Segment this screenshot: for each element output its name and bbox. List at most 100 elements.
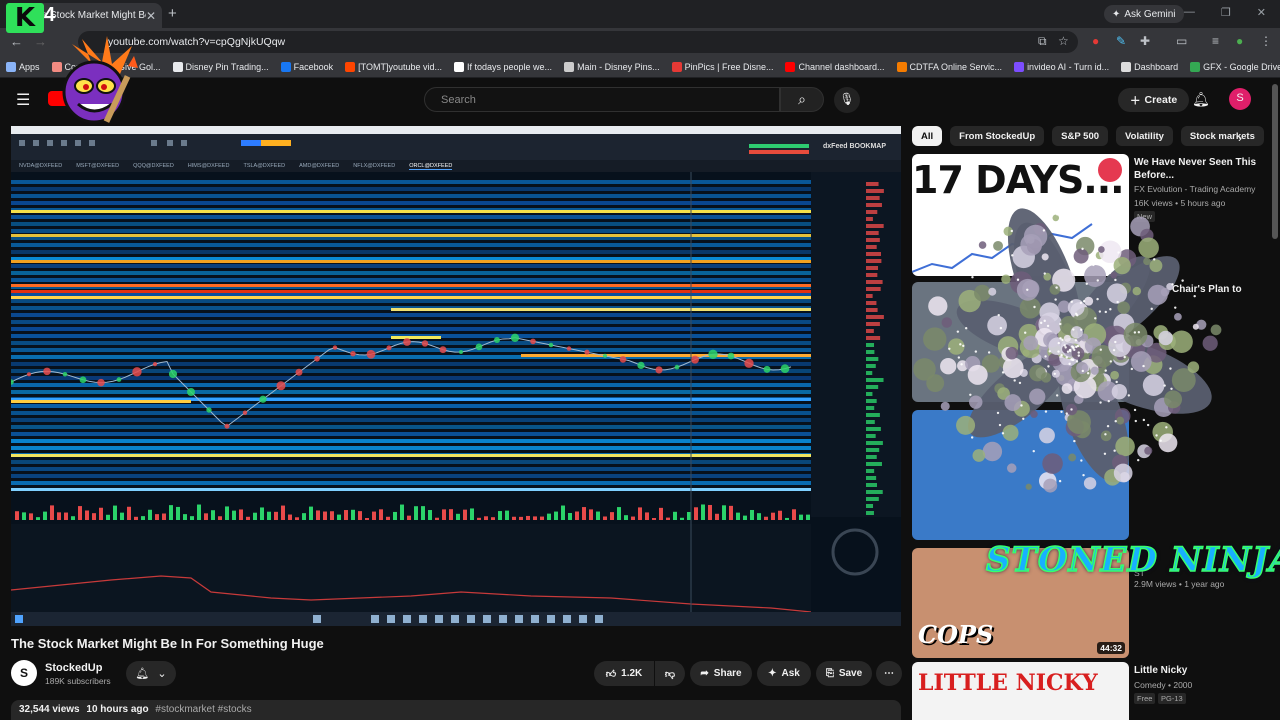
- forward-icon[interactable]: →: [34, 34, 47, 49]
- more-actions-button[interactable]: ⋯: [876, 661, 902, 686]
- taskbar-icons: [15, 615, 603, 623]
- filter-chip[interactable]: Stock markets: [1180, 126, 1264, 146]
- bookmap-symbol-tab[interactable]: ORCL@DXFEED: [409, 163, 453, 170]
- hashtags[interactable]: #stockmarket #stocks: [155, 704, 251, 715]
- bookmark-star-icon[interactable]: ☆: [1058, 34, 1069, 48]
- save-button[interactable]: ⎘ Save: [816, 661, 872, 686]
- upload-age: 10 hours ago: [86, 704, 149, 715]
- sidepanel-icon[interactable]: ▭: [1176, 34, 1187, 48]
- channel-avatar[interactable]: S: [11, 660, 37, 686]
- bookmark-item[interactable]: PinPics | Free Disne...: [671, 61, 774, 72]
- channel-name[interactable]: StockedUp: [45, 662, 102, 674]
- maximize-icon[interactable]: ❐: [1221, 6, 1231, 19]
- share-button[interactable]: ➦ Share: [690, 661, 752, 686]
- minimize-icon[interactable]: —: [1184, 6, 1195, 19]
- filter-chip[interactable]: From StockedUp: [950, 126, 1045, 146]
- browser-tab-strip: The Stock Market Might Be... ✕ + ✦ Ask G…: [0, 0, 1280, 28]
- bookmap-symbol-tab[interactable]: QQQ@DXFEED: [133, 163, 174, 169]
- profile-icon[interactable]: ●: [1236, 34, 1243, 48]
- dislike-button[interactable]: 👎︎: [655, 661, 685, 686]
- bookmark-item[interactable]: GFX - Google Drive: [1190, 61, 1280, 72]
- video-player[interactable]: dxFeed BOOKMAP NVDA@DXFEED MSFT@DXFEED QQQ…: [11, 126, 901, 626]
- bookmark-favicon-icon: [172, 61, 183, 72]
- related-thumbnail[interactable]: LITTLE NICKY: [912, 662, 1129, 720]
- close-tab-icon[interactable]: ✕: [146, 9, 156, 23]
- bookmark-item[interactable]: Apps: [6, 61, 40, 72]
- description-box[interactable]: 32,544 views 10 hours ago #stockmarket #…: [11, 700, 901, 720]
- filter-chip[interactable]: Volatility: [1116, 126, 1173, 146]
- create-button[interactable]: ＋ Create: [1118, 88, 1190, 112]
- bookmark-label: Apps: [19, 61, 40, 72]
- bookmap-symbol-tab[interactable]: NFLX@DXFEED: [353, 163, 395, 169]
- ask-button[interactable]: ✦ Ask: [757, 661, 811, 686]
- ask-label: Ask: [781, 668, 800, 679]
- address-bar[interactable]: youtube.com/watch?v=cpQgNjkUQqw: [78, 31, 1078, 53]
- purple-mascot-sticker: [62, 36, 138, 124]
- voice-search-button[interactable]: 🎙: [834, 87, 860, 113]
- related-channel[interactable]: Comedy • 2000: [1134, 680, 1192, 690]
- gemini-icon: ✦: [1112, 8, 1121, 20]
- more-dots-icon: ⋯: [884, 668, 894, 679]
- bookmark-favicon-icon: [1014, 61, 1025, 72]
- bookmarks-bar: AppsCompromise Give Gol...Disney Pin Tra…: [0, 56, 1280, 78]
- bookmap-symbol-tab[interactable]: NVDA@DXFEED: [19, 163, 62, 169]
- windows-taskbar: [11, 612, 901, 626]
- like-button[interactable]: 👍︎ 1.2K: [594, 661, 654, 686]
- bookmark-favicon-icon: [345, 61, 356, 72]
- bookmark-favicon-icon: [6, 61, 16, 72]
- extension-icon[interactable]: ✎: [1116, 34, 1126, 48]
- chevron-right-icon[interactable]: ›: [1238, 131, 1242, 145]
- close-window-icon[interactable]: ✕: [1257, 6, 1266, 19]
- bookmark-favicon-icon: [280, 61, 291, 72]
- search-input[interactable]: Search: [424, 87, 780, 112]
- extension-icon[interactable]: ●: [1092, 34, 1099, 48]
- bookmap-symbol-tab[interactable]: HIMS@DXFEED: [188, 163, 230, 169]
- filter-chip[interactable]: All: [912, 126, 943, 146]
- notifications-bell-icon[interactable]: 🔔︎: [1192, 91, 1210, 108]
- stoned-ninja-watermark: STONED NINJA: [985, 539, 1280, 581]
- bookmap-brand: dxFeed BOOKMAP: [823, 143, 887, 150]
- install-icon[interactable]: ⧉: [1038, 34, 1047, 49]
- bookmark-item[interactable]: CDTFA Online Servic...: [896, 61, 1002, 72]
- bookmark-item[interactable]: [TOMT]youtube vid...: [345, 61, 442, 72]
- back-icon[interactable]: ←: [10, 34, 23, 49]
- thumbnail-text: LITTLE NICKY: [918, 670, 1098, 696]
- bookmap-toolbar-controls: [11, 126, 901, 160]
- bookmark-item[interactable]: Main - Disney Pins...: [564, 61, 660, 72]
- share-label: Share: [713, 668, 742, 679]
- bookmap-symbol-tab[interactable]: MSFT@DXFEED: [76, 163, 119, 169]
- bookmark-item[interactable]: Disney Pin Trading...: [172, 61, 269, 72]
- bookmap-symbol-tab[interactable]: AMD@DXFEED: [299, 163, 339, 169]
- bookmark-label: Main - Disney Pins...: [577, 61, 660, 72]
- bookmark-item[interactable]: Channel dashboard...: [785, 61, 885, 72]
- bookmark-favicon-icon: [1121, 61, 1132, 72]
- ask-gemini-button[interactable]: ✦ Ask Gemini: [1104, 5, 1184, 23]
- hamburger-menu-icon[interactable]: ☰: [16, 90, 30, 110]
- filter-chip[interactable]: S&P 500: [1052, 126, 1109, 146]
- menu-dots-icon[interactable]: ⋮: [1260, 34, 1272, 48]
- video-title: The Stock Market Might Be In For Somethi…: [11, 636, 324, 651]
- save-label: Save: [838, 668, 863, 679]
- related-title[interactable]: Little Nicky: [1134, 664, 1274, 677]
- new-tab-icon[interactable]: +: [168, 5, 177, 22]
- page-scrollbar[interactable]: [1272, 84, 1278, 239]
- bookmap-symbol-tab[interactable]: TSLA@DXFEED: [243, 163, 285, 169]
- rating-badge: PG-13: [1158, 693, 1186, 704]
- bookmark-label: GFX - Google Drive: [1203, 61, 1280, 72]
- search-button[interactable]: ⌕: [780, 87, 824, 112]
- bookmark-item[interactable]: Dashboard: [1121, 61, 1178, 72]
- ask-gemini-label: Ask Gemini: [1124, 8, 1176, 20]
- extensions-icon[interactable]: ✚: [1140, 34, 1150, 48]
- media-icon[interactable]: ≡: [1212, 34, 1219, 48]
- bookmark-label: PinPics | Free Disne...: [684, 61, 774, 72]
- subscription-bell-button[interactable]: 🔔︎ ⌄: [126, 661, 176, 686]
- window-controls: — ❐ ✕: [1184, 6, 1266, 19]
- bookmark-item[interactable]: If todays people we...: [454, 61, 552, 72]
- search-placeholder: Search: [441, 94, 476, 106]
- account-avatar[interactable]: S: [1229, 88, 1251, 110]
- bookmark-item[interactable]: invideo AI - Turn id...: [1014, 61, 1109, 72]
- plus-icon: ＋: [1130, 94, 1141, 107]
- bookmark-item[interactable]: Facebook: [280, 61, 333, 72]
- bookmark-label: [TOMT]youtube vid...: [358, 61, 442, 72]
- bookmark-favicon-icon: [896, 61, 907, 72]
